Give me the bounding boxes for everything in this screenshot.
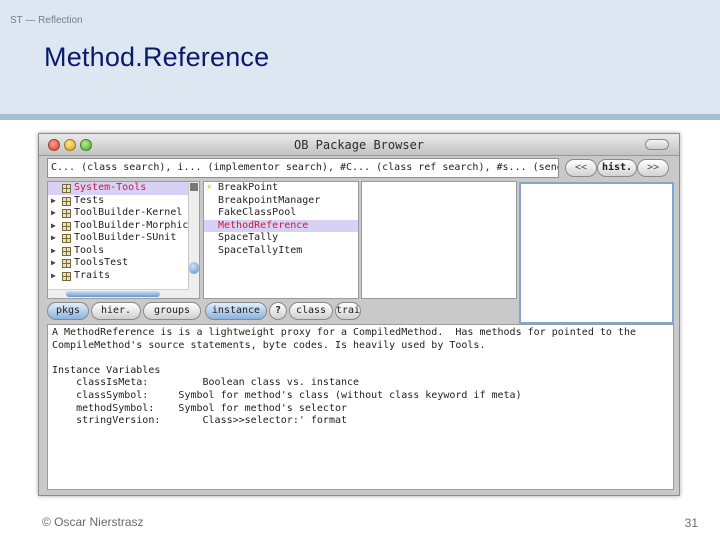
tab-instance[interactable]: instance — [205, 302, 267, 320]
expand-triangle-icon[interactable]: ▶ — [51, 207, 56, 220]
package-item[interactable]: ▶ Traits — [48, 270, 199, 283]
code-line: methodSymbol: Symbol for method's select… — [52, 402, 348, 414]
class-comment-text[interactable]: A MethodReference is is a lightweight pr… — [48, 325, 673, 430]
package-item-label: System-Tools — [74, 182, 147, 193]
breakpoint-icon: ⚡ — [206, 182, 213, 193]
scroll-knob[interactable] — [189, 262, 199, 274]
package-icon — [62, 196, 71, 206]
package-item[interactable]: ▶ Tools — [48, 245, 199, 258]
class-item[interactable]: MethodReference — [204, 219, 358, 232]
code-line: Instance Variables — [52, 364, 161, 376]
package-icon — [62, 209, 71, 218]
package-list-pane[interactable]: System-Tools ▶ Tests ▶ ToolBuilder-Kernel ▶ To… — [47, 181, 200, 299]
history-button[interactable]: hist. — [597, 159, 637, 177]
package-item-label: ToolBuilder-Morphic — [74, 219, 189, 231]
class-item-label: BreakpointManager — [218, 194, 321, 206]
tab-traits[interactable]: trai — [335, 302, 361, 320]
package-icon — [62, 234, 71, 243]
expand-triangle-icon[interactable]: ▶ — [51, 245, 56, 258]
protocol-list-pane[interactable] — [361, 181, 517, 299]
class-list-pane[interactable]: ⚡ BreakPoint BreakpointManager FakeClassPoo… — [203, 181, 359, 299]
class-item-label: FakeClassPool — [218, 207, 297, 218]
package-icon — [62, 246, 71, 256]
package-item[interactable]: ▶ Tests — [48, 195, 199, 208]
page-title: Method.Reference — [44, 42, 270, 72]
tab-groups[interactable]: groups — [143, 302, 201, 320]
class-item-label: SpaceTallyItem — [218, 244, 303, 256]
class-item-label: MethodReference — [218, 219, 309, 231]
class-item-label: BreakPoint — [218, 182, 279, 193]
code-line: stringVersion: Class>>selector:' format — [52, 415, 348, 427]
package-item-label: Tests — [74, 194, 105, 206]
help-button[interactable]: ? — [269, 302, 287, 320]
class-item[interactable]: FakeClassPool — [204, 207, 358, 220]
package-item[interactable]: System-Tools — [48, 182, 199, 195]
search-input[interactable]: C... (class search), i... (implementor s… — [47, 158, 559, 178]
hscroll-knob[interactable] — [66, 291, 160, 297]
package-icon — [62, 184, 71, 193]
package-item[interactable]: ▶ ToolsTest — [48, 257, 199, 270]
expand-triangle-icon[interactable]: ▶ — [51, 220, 56, 233]
code-editor-pane[interactable]: A MethodReference is is a lightweight pr… — [47, 324, 674, 490]
package-list-scrollbar[interactable] — [188, 182, 199, 298]
package-item[interactable]: ▶ ToolBuilder-Kernel — [48, 207, 199, 220]
class-item[interactable]: SpaceTallyItem — [204, 245, 358, 258]
package-item[interactable]: ▶ ToolBuilder-SUnit — [48, 232, 199, 245]
tab-pkgs[interactable]: pkgs — [47, 302, 89, 320]
window-title: OB Package Browser — [293, 138, 425, 152]
package-item-label: Tools — [74, 244, 105, 256]
expand-triangle-icon[interactable]: ▶ — [51, 195, 56, 208]
package-item-label: ToolBuilder-Kernel — [74, 207, 183, 218]
footer-author: © Oscar Nierstrasz — [42, 515, 144, 529]
window-titlebar[interactable]: OB Package Browser — [39, 134, 679, 156]
class-item[interactable]: BreakpointManager — [204, 195, 358, 208]
class-item-label: SpaceTally — [218, 232, 279, 243]
package-icon — [62, 271, 71, 281]
code-line: A MethodReference is is a lightweight pr… — [52, 327, 636, 338]
class-item[interactable]: SpaceTally — [204, 232, 358, 245]
breadcrumb: ST — Reflection — [10, 15, 83, 26]
expand-triangle-icon[interactable]: ▶ — [51, 270, 56, 283]
history-forward-button[interactable]: >> — [637, 159, 669, 177]
package-browser-window: OB Package Browser C... (class search), … — [38, 133, 680, 496]
history-back-button[interactable]: << — [565, 159, 597, 177]
package-item-label: Traits — [74, 269, 111, 281]
code-line: CompileMethod's source statements, byte … — [52, 339, 486, 351]
tab-hier[interactable]: hier. — [91, 302, 141, 320]
method-list-pane[interactable] — [519, 182, 674, 324]
tab-class[interactable]: class — [289, 302, 333, 320]
header-rule — [0, 114, 720, 120]
scroll-menu-icon[interactable] — [190, 183, 198, 191]
code-line: classSymbol: Symbol for method's class (… — [52, 389, 522, 401]
package-list-hscrollbar[interactable] — [48, 289, 189, 298]
code-line: classIsMeta: Boolean class vs. instance — [52, 377, 360, 389]
expand-triangle-icon[interactable]: ▶ — [51, 257, 56, 270]
expand-triangle-icon[interactable]: ▶ — [51, 232, 56, 245]
class-item[interactable]: ⚡ BreakPoint — [204, 182, 358, 195]
toolbar-toggle-icon[interactable] — [645, 139, 669, 150]
package-icon — [62, 259, 71, 268]
package-item-label: ToolBuilder-SUnit — [74, 232, 177, 243]
page-number: 31 — [684, 516, 698, 530]
package-icon — [62, 221, 71, 231]
package-item[interactable]: ▶ ToolBuilder-Morphic — [48, 220, 199, 233]
package-item-label: ToolsTest — [74, 257, 129, 268]
